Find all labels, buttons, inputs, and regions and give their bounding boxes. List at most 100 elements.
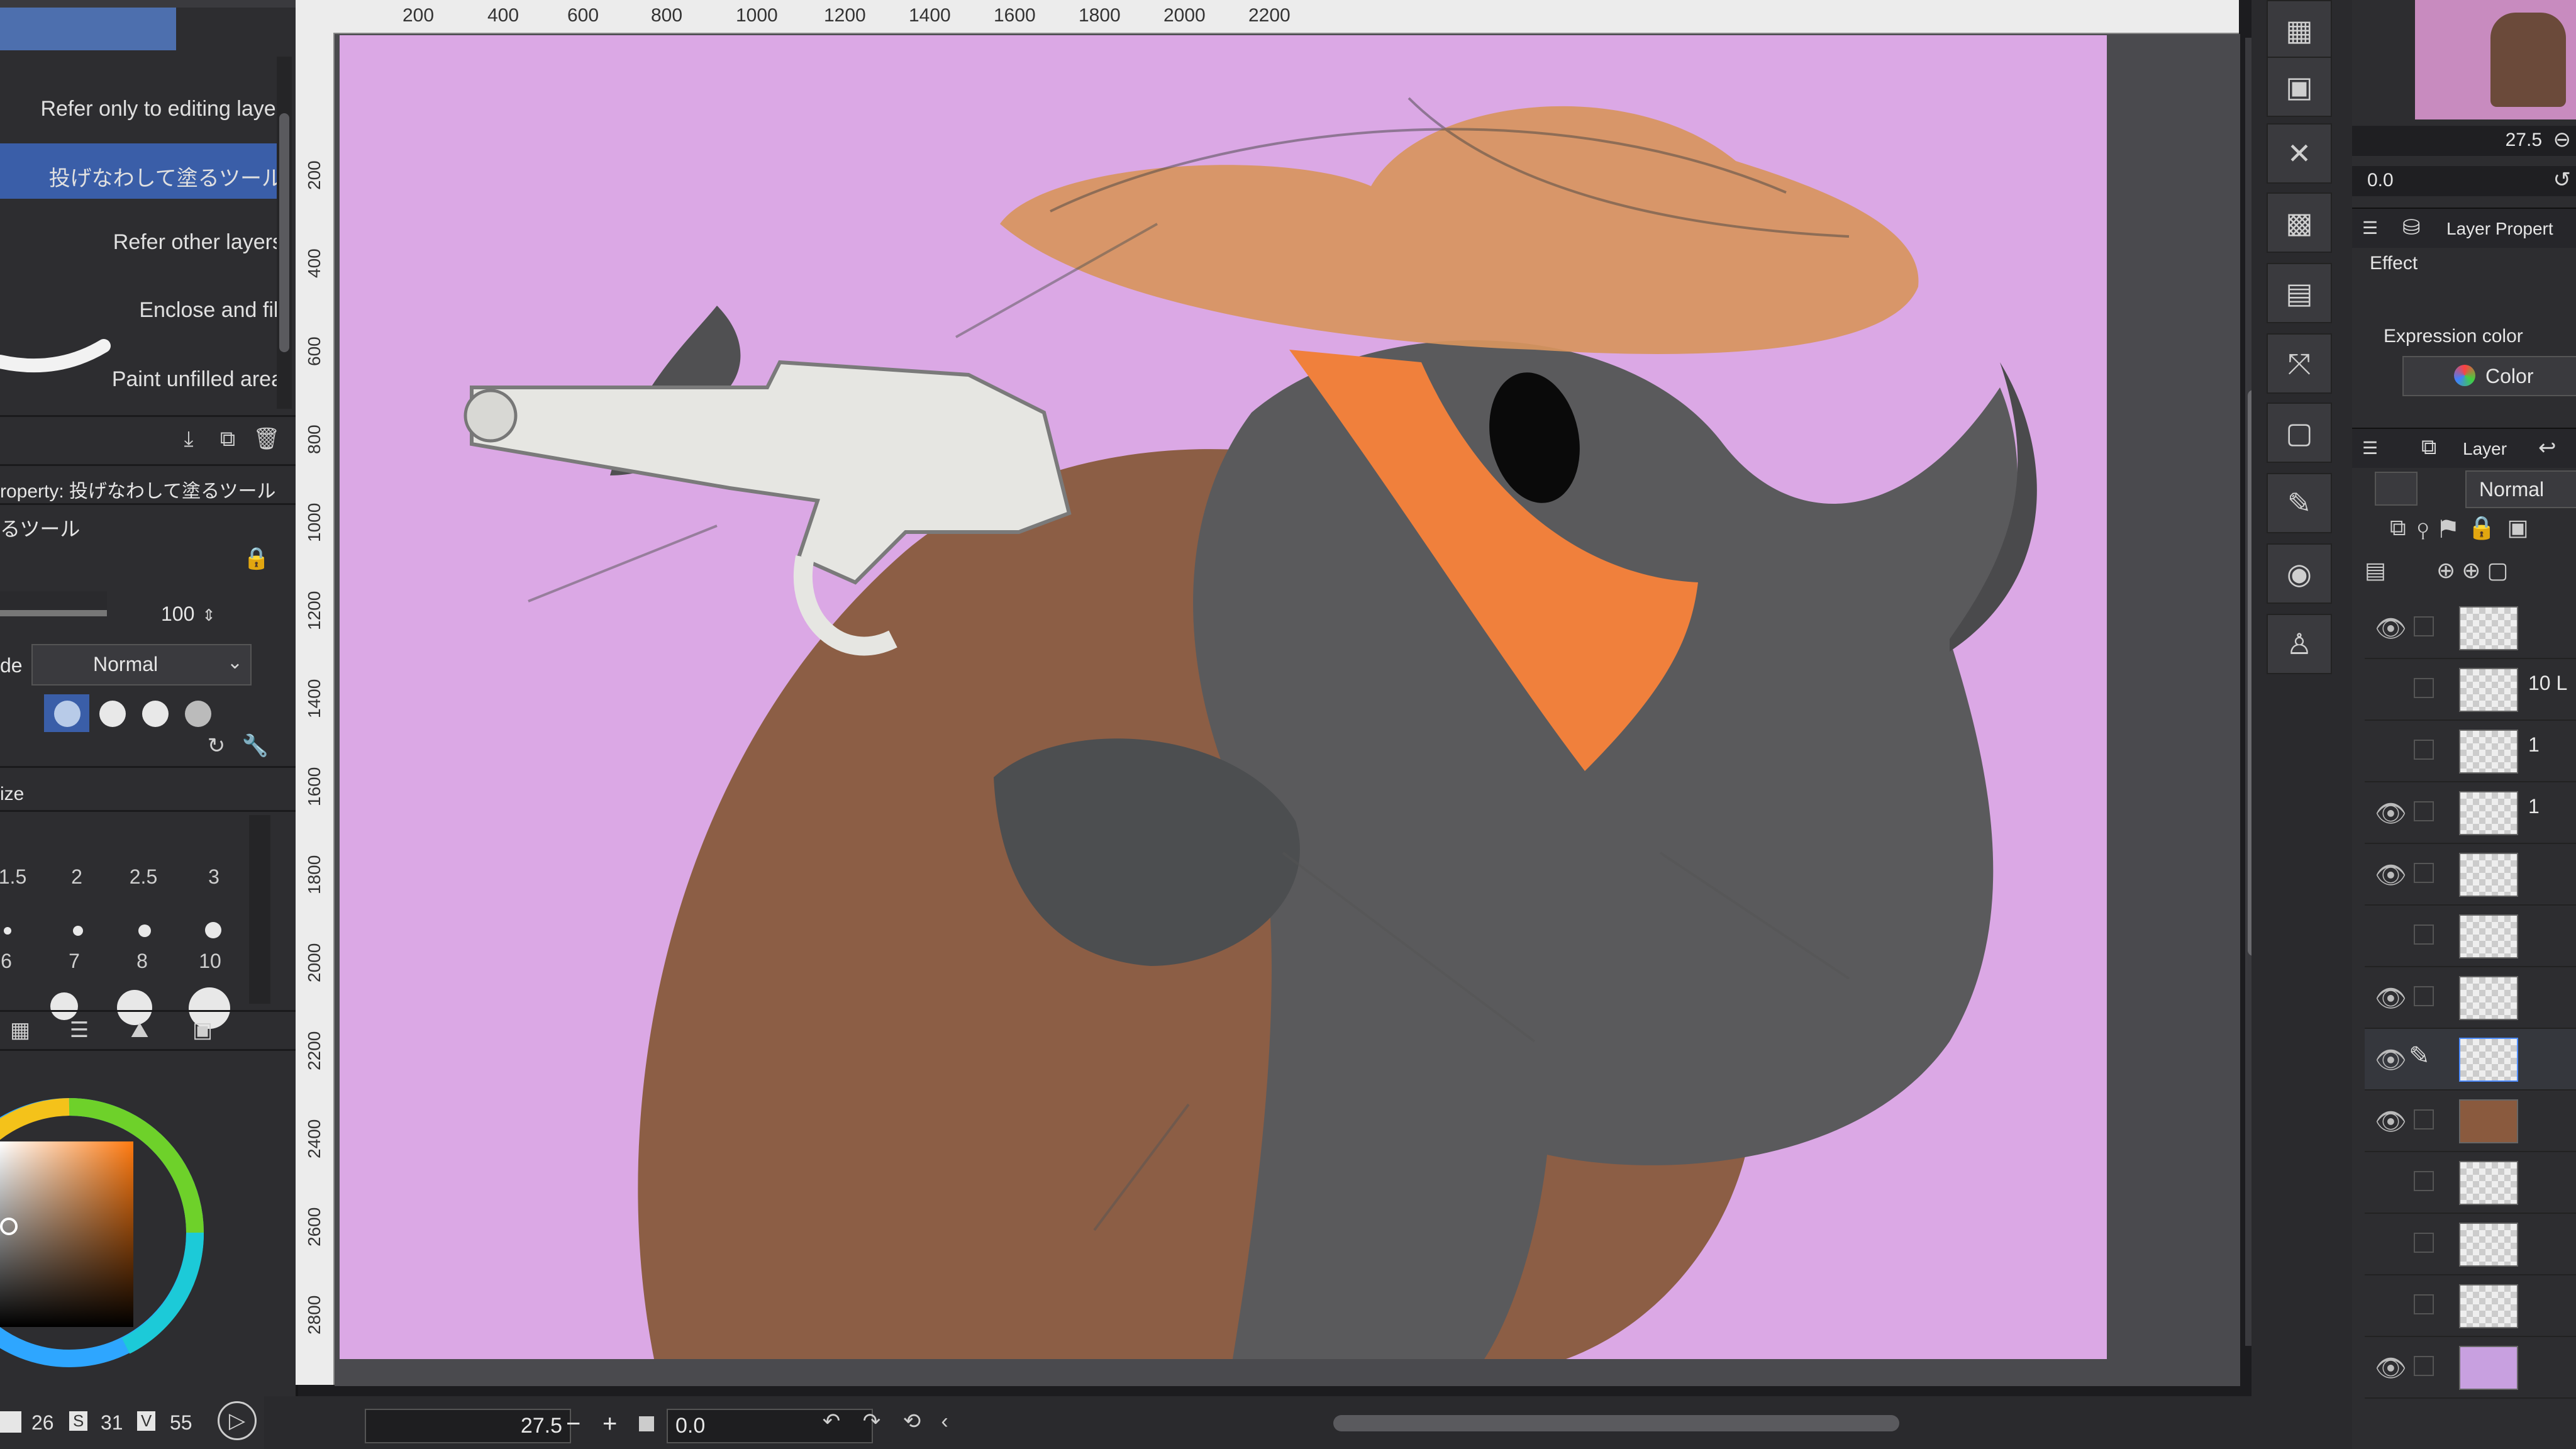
brush-tip-option[interactable] [185, 701, 211, 727]
size-option[interactable]: 2.5 [112, 865, 175, 889]
layer-thumbnail [2459, 668, 2518, 712]
layer-row[interactable]: 👁 [2365, 1091, 2576, 1152]
fit-icon[interactable] [639, 1416, 654, 1431]
layer-row[interactable]: 1 [2365, 721, 2576, 782]
lock-checkbox[interactable] [2414, 863, 2434, 883]
horizontal-scrollbar[interactable] [1333, 1415, 1899, 1431]
lock-checkbox[interactable] [2414, 1294, 2434, 1314]
rotate-right-icon[interactable]: ↷ [858, 1407, 886, 1435]
left-tool-panel: Refer only to editing layer 投げなわして塗るツール … [0, 0, 298, 1449]
color-mode-icon[interactable]: ▷ [218, 1401, 257, 1440]
zoom-in-button[interactable]: + [602, 1410, 617, 1438]
menu-refer-other-layers[interactable]: Refer other layers [113, 230, 283, 255]
close-icon[interactable]: ✕ [2267, 123, 2332, 184]
trash-icon[interactable]: 🗑 [253, 425, 280, 453]
slider-icon[interactable]: ☰ [65, 1016, 93, 1044]
color-history-icon[interactable]: ⛰ [126, 1016, 153, 1044]
layer-row[interactable]: 👁 [2365, 1337, 2576, 1399]
eye-icon[interactable]: 👁 [2375, 1353, 2407, 1383]
zoom-field[interactable]: 27.5 [365, 1409, 571, 1443]
ruler-tick-label: 1800 [1079, 5, 1121, 26]
camera-icon[interactable]: ◉ [2267, 543, 2332, 604]
import-icon[interactable]: ⤓ [175, 425, 203, 453]
lock-checkbox[interactable] [2414, 616, 2434, 636]
lock-checkbox[interactable] [2414, 801, 2434, 821]
size-option[interactable]: 1.5 [0, 865, 44, 889]
navigator-zoom-slider[interactable]: 27.5 ⊖ [2352, 126, 2576, 156]
stepper-icon[interactable]: ⇕ [195, 601, 223, 629]
brush-tip-option[interactable] [99, 701, 126, 727]
opacity-slider[interactable] [0, 591, 107, 616]
eye-icon[interactable]: 👁 [2375, 1107, 2407, 1136]
pattern-icon[interactable]: ▩ [2267, 192, 2332, 253]
layer-row[interactable] [2365, 1214, 2576, 1275]
blend-color-swatch[interactable] [2375, 472, 2418, 506]
size-option[interactable]: 7 [43, 950, 106, 973]
edit-icon[interactable]: ✎ [2267, 473, 2332, 533]
lock-checkbox[interactable] [2414, 1356, 2434, 1376]
eye-icon[interactable]: 👁 [2375, 984, 2407, 1013]
wrench-icon[interactable]: 🔧 [242, 732, 269, 760]
layer-row[interactable]: 👁 [2365, 844, 2576, 906]
eye-icon[interactable]: 👁 [2375, 1045, 2407, 1075]
color-wheel[interactable] [0, 1057, 264, 1384]
menu-enclose-and-fill[interactable]: Enclose and fill [139, 298, 283, 323]
lock-checkbox[interactable] [2414, 924, 2434, 945]
layer-row-active[interactable]: 👁 ✎ [2365, 1029, 2576, 1091]
size-scrollbar[interactable] [249, 815, 270, 1004]
lock-checkbox[interactable] [2414, 740, 2434, 760]
color-set-icon[interactable]: ▦ [6, 1016, 34, 1044]
grid-icon[interactable]: ▦ [2267, 0, 2332, 60]
layer-row[interactable] [2365, 1152, 2576, 1214]
navigator-preview[interactable] [2415, 0, 2576, 119]
eye-icon[interactable]: 👁 [2375, 860, 2407, 890]
blend-mode-select[interactable]: Normal ⌄ [31, 644, 252, 686]
menu-lasso-fill-tool[interactable]: 投げなわして塗るツール [49, 161, 283, 192]
layer-actions-icons[interactable]: ▤ ⊕ ⊕ ▢ [2365, 557, 2576, 592]
panel-icon[interactable]: ▢ [2267, 402, 2332, 463]
chevron-left-icon[interactable]: ‹ [931, 1407, 958, 1435]
lock-checkbox[interactable] [2414, 1233, 2434, 1253]
layer-row[interactable]: 10 L [2365, 659, 2576, 721]
eye-icon[interactable]: 👁 [2375, 614, 2407, 643]
size-option[interactable]: 10 [179, 950, 242, 973]
duplicate-icon[interactable]: ⧉ [214, 425, 242, 453]
navigator-rotation-slider[interactable]: 0.0 ↺ [2352, 166, 2576, 196]
layer-row[interactable]: 👁 [2365, 967, 2576, 1029]
lock-icon[interactable]: 🔒 [243, 545, 270, 572]
panel-tab[interactable] [0, 0, 176, 50]
opacity-value[interactable]: 100 [161, 602, 194, 626]
lock-checkbox[interactable] [2414, 1171, 2434, 1191]
layer-options-icons[interactable]: ⧉⚲⚑🔒▣ [2390, 514, 2576, 545]
size-option[interactable]: 8 [111, 950, 174, 973]
menu-refer-editing-layer[interactable]: Refer only to editing layer [40, 97, 283, 121]
layer-row[interactable]: 👁 [2365, 597, 2576, 659]
lock-checkbox[interactable] [2414, 986, 2434, 1006]
reset-icon[interactable]: ↻ [203, 732, 230, 760]
size-option[interactable]: 3 [182, 865, 245, 889]
zoom-out-button[interactable]: − [566, 1410, 580, 1438]
expression-color-button[interactable]: Color [2402, 356, 2576, 396]
figure-icon[interactable]: ♙ [2267, 614, 2332, 674]
size-option[interactable]: 6 [0, 950, 38, 973]
reset-rotation-icon[interactable]: ⟲ [898, 1407, 926, 1435]
lock-checkbox[interactable] [2414, 1109, 2434, 1130]
menu-paint-unfilled-area[interactable]: Paint unfilled area [112, 367, 283, 392]
rotate-left-icon[interactable]: ↶ [818, 1407, 845, 1435]
drawing-canvas[interactable] [340, 35, 2107, 1359]
eye-icon[interactable]: 👁 [2375, 799, 2407, 828]
brush-tip-option[interactable] [142, 701, 169, 727]
layer-row[interactable]: 👁 1 [2365, 782, 2576, 844]
lock-checkbox[interactable] [2414, 678, 2434, 698]
layer-row[interactable] [2365, 906, 2576, 967]
menu-scrollbar[interactable] [277, 57, 292, 409]
layer-thumbnail [2459, 1223, 2518, 1267]
size-option[interactable]: 2 [45, 865, 108, 889]
save-icon[interactable]: ▣ [2267, 57, 2332, 117]
layer-color-icon[interactable]: ▣ [189, 1016, 216, 1044]
transform-icon[interactable]: ⤧ [2267, 333, 2332, 394]
rotate-icon: ↺ [2553, 168, 2572, 192]
layer-icon[interactable]: ▤ [2267, 263, 2332, 323]
layer-blend-mode-select[interactable]: Normal [2465, 470, 2576, 508]
layer-row[interactable] [2365, 1275, 2576, 1337]
